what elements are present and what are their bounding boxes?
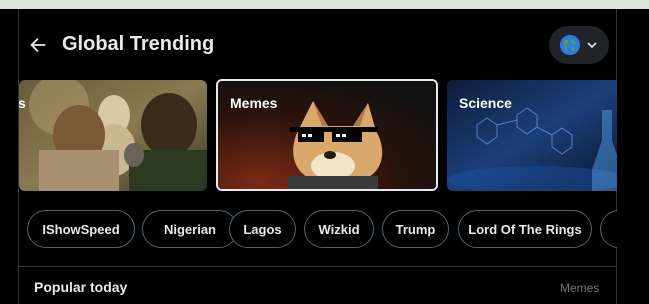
back-arrow-icon[interactable]: [27, 34, 49, 56]
browser-top-strip: [0, 0, 649, 9]
topic-chip[interactable]: Lord Of The Rings: [458, 210, 592, 248]
topic-chip[interactable]: Trump: [382, 210, 449, 248]
chevron-down-icon: [587, 42, 597, 49]
globe-icon: [560, 35, 580, 55]
section-divider: [19, 266, 617, 267]
category-card-memes[interactable]: Memes: [216, 79, 438, 191]
trending-categories-carousel: s Memes Science: [19, 79, 617, 192]
topic-chip[interactable]: IShowSpeed: [27, 210, 135, 248]
topic-chip[interactable]: Lagos: [229, 210, 296, 248]
topic-chip-partial[interactable]: [600, 210, 617, 248]
card-label: s: [19, 95, 26, 111]
topic-chips: IShowSpeed Nigerian Lagos Wizkid Trump L…: [19, 210, 617, 250]
card-label: Memes: [230, 95, 278, 111]
card-label: Science: [459, 95, 512, 111]
right-gutter: [618, 9, 649, 304]
page-title: Global Trending: [62, 33, 215, 55]
region-selector-button[interactable]: [549, 26, 609, 64]
people-dog-image: [19, 80, 207, 191]
left-gutter: [0, 9, 18, 304]
category-card-science[interactable]: Science: [447, 80, 617, 191]
topic-chip[interactable]: Nigerian: [142, 210, 238, 248]
category-card-partial[interactable]: s: [19, 80, 207, 191]
popular-category-label: Memes: [560, 281, 600, 295]
topic-chip[interactable]: Wizkid: [304, 210, 374, 248]
popular-today-heading: Popular today: [34, 279, 128, 295]
